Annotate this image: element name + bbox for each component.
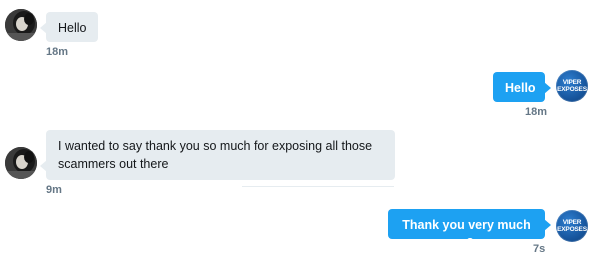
message-bubble-incoming[interactable]: Hello [40,12,98,42]
message-bubble-outgoing[interactable]: Hello [493,72,551,102]
user-avatar-image [5,9,37,41]
message-text: Hello [58,21,87,35]
message-text: I wanted to say thank you so much for ex… [58,139,373,171]
message-timestamp: 7s [533,243,546,255]
message-text: Thank you very much <3 [402,218,531,250]
message-bubble-incoming[interactable]: I wanted to say thank you so much for ex… [40,130,395,180]
viper-exposes-avatar-icon[interactable]: VIPER EXPOSES [556,210,588,242]
message-text: Hello [505,81,536,95]
message-timestamp: 9m [46,184,62,196]
message-timestamp: 18m [525,106,548,118]
avatar-label-line1: VIPER [562,79,582,86]
user-avatar-icon[interactable] [5,9,37,41]
message-divider [242,186,394,187]
message-timestamp: 18m [46,46,69,58]
avatar-label-line2: EXPOSES [557,226,587,233]
avatar-label-line1: VIPER [562,219,582,226]
user-avatar-icon[interactable] [5,147,37,179]
viper-exposes-avatar-icon[interactable]: VIPER EXPOSES [556,70,588,102]
avatar-label-line2: EXPOSES [557,86,587,93]
user-avatar-image [5,147,37,179]
message-bubble-outgoing[interactable]: Thank you very much <3 [388,209,551,250]
